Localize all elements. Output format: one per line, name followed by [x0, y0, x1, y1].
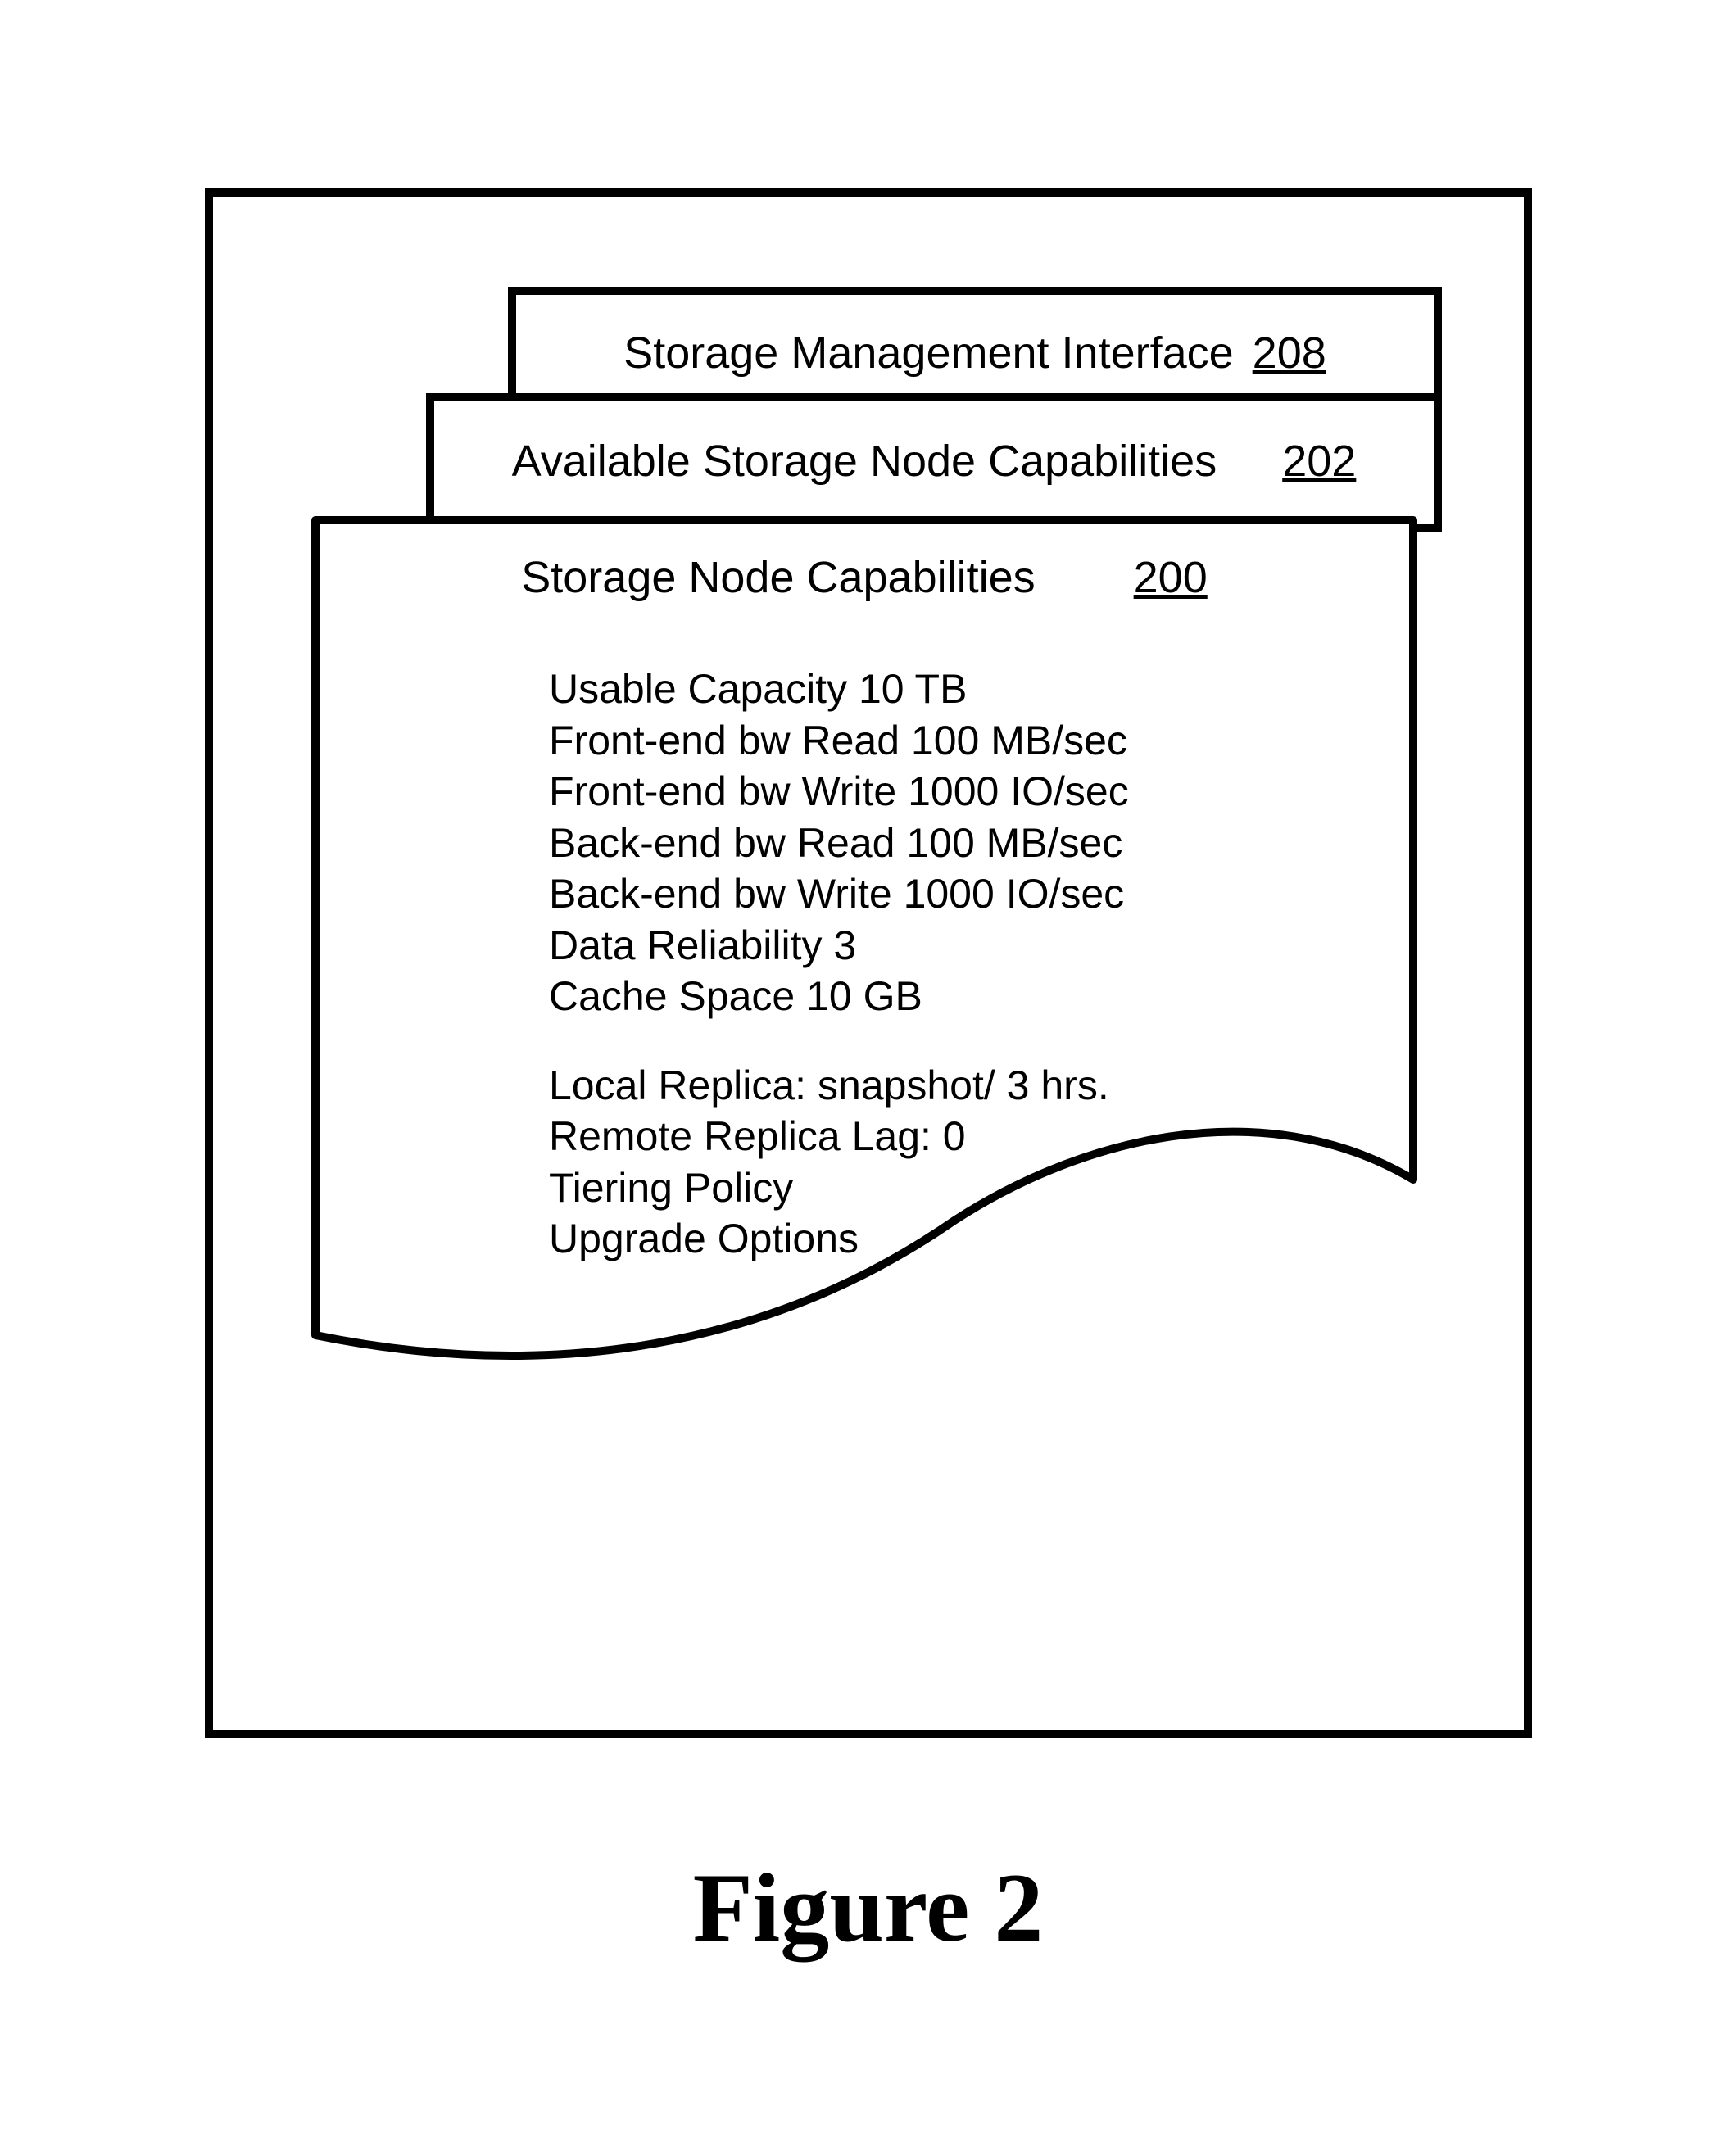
cap-line: Back-end bw Write 1000 IO/sec	[549, 868, 1368, 920]
group-206-lines: Local Replica: snapshot/ 3 hrs. Remote R…	[549, 1060, 1368, 1265]
card-title-smi: Storage Management Interface 208	[516, 295, 1434, 387]
cap-line: Local Replica: snapshot/ 3 hrs.	[549, 1060, 1368, 1112]
ref-208: 208	[1253, 328, 1326, 378]
cap-line: Front-end bw Read 100 MB/sec	[549, 715, 1368, 767]
cap-line: Tiering Policy	[549, 1162, 1368, 1214]
page-frame: Storage Management Interface 208 Availab…	[205, 188, 1532, 1738]
cap-line: Cache Space 10 GB	[549, 971, 1368, 1022]
cap-line: Usable Capacity 10 TB	[549, 664, 1368, 715]
capabilities-body: Usable Capacity 10 TB Front-end bw Read …	[549, 664, 1368, 1302]
ref-202: 202	[1282, 436, 1356, 487]
card-available-capabilities: Available Storage Node Capabilities 202	[426, 393, 1442, 532]
card-title-avail: Available Storage Node Capabilities 202	[434, 401, 1434, 495]
figure-caption: Figure 2	[0, 1851, 1736, 1964]
card-storage-management-interface: Storage Management Interface 208	[508, 287, 1442, 401]
cap-line: Front-end bw Write 1000 IO/sec	[549, 766, 1368, 818]
cap-line: Remote Replica Lag: 0	[549, 1111, 1368, 1162]
snc-title-text: Storage Node Capabilities	[521, 552, 1035, 603]
ref-200: 200	[1134, 552, 1208, 603]
card-title-snc: Storage Node Capabilities 200	[311, 516, 1417, 611]
cap-line: Upgrade Options	[549, 1213, 1368, 1265]
smi-title-text: Storage Management Interface	[623, 328, 1233, 378]
cap-line: Back-end bw Read 100 MB/sec	[549, 818, 1368, 869]
avail-title-text: Available Storage Node Capabilities	[512, 436, 1217, 487]
group-204-lines: Usable Capacity 10 TB Front-end bw Read …	[549, 664, 1368, 1022]
cap-line: Data Reliability 3	[549, 920, 1368, 972]
card-storage-node-capabilities: Storage Node Capabilities 200 Usable Cap…	[311, 516, 1417, 1376]
